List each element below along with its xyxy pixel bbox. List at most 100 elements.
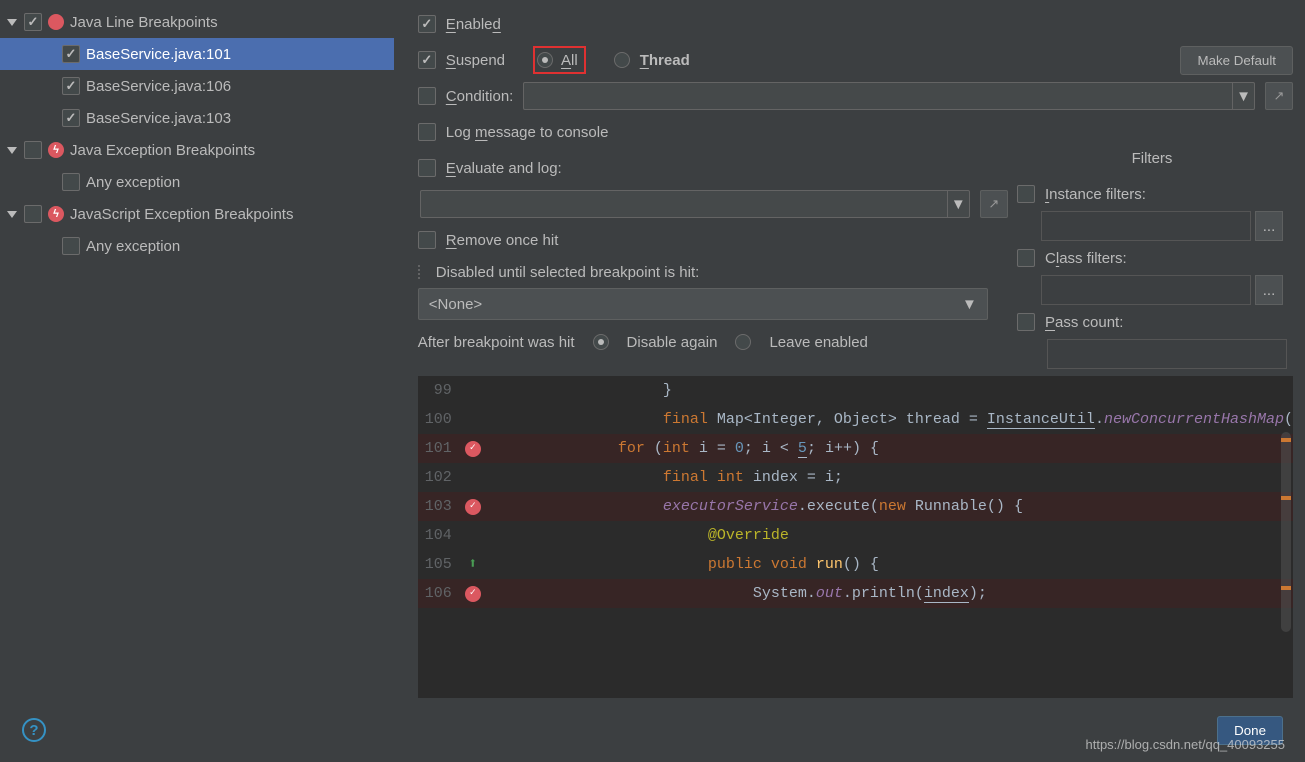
remove-label: Remove once hit — [446, 232, 559, 249]
code-text: final int index = i; — [488, 463, 843, 492]
item-label: Any exception — [86, 174, 180, 191]
tree-group[interactable]: ϟ JavaScript Exception Breakpoints — [0, 198, 394, 230]
dropdown-icon[interactable]: ▼ — [1232, 83, 1254, 109]
gutter[interactable]: ✓ — [458, 586, 488, 602]
pass-count-label: Pass count: — [1045, 314, 1123, 331]
instance-filters-checkbox[interactable] — [1017, 185, 1035, 203]
line-number: 104 — [418, 521, 458, 550]
thread-radio[interactable] — [614, 52, 630, 68]
code-line: 105⬆︎ public void run() { — [418, 550, 1293, 579]
exception-icon: ϟ — [48, 206, 64, 222]
expand-edit-icon[interactable]: ↗ — [980, 190, 1008, 218]
item-checkbox[interactable] — [62, 45, 80, 63]
group-label: Java Exception Breakpoints — [70, 142, 255, 159]
group-label: JavaScript Exception Breakpoints — [70, 206, 293, 223]
browse-button[interactable]: ... — [1255, 211, 1283, 241]
tree-item[interactable]: BaseService.java:103 — [0, 102, 394, 134]
code-text: final Map<Integer, Object> thread = Inst… — [488, 405, 1293, 434]
gutter[interactable]: ✓ — [458, 441, 488, 457]
instance-filters-input[interactable] — [1041, 211, 1251, 241]
enabled-checkbox[interactable] — [418, 15, 436, 33]
filters-panel: Filters Instance filters: ... Class filt… — [1017, 150, 1287, 371]
watermark: https://blog.csdn.net/qq_40093255 — [1086, 737, 1286, 752]
code-text: @Override — [488, 521, 789, 550]
log-label: Log message to console — [446, 124, 609, 141]
breakpoint-marker-icon[interactable]: ✓ — [465, 441, 481, 457]
tree-group[interactable]: Java Line Breakpoints — [0, 6, 394, 38]
make-default-button[interactable]: Make Default — [1180, 46, 1293, 75]
line-number: 101 — [418, 434, 458, 463]
tree-item[interactable]: BaseService.java:106 — [0, 70, 394, 102]
leave-enabled-radio[interactable] — [735, 334, 751, 350]
exception-icon: ϟ — [48, 142, 64, 158]
remove-checkbox[interactable] — [418, 231, 436, 249]
line-number: 103 — [418, 492, 458, 521]
highlight-box: All — [533, 46, 586, 74]
select-value: <None> — [429, 296, 482, 313]
code-line: 99 } — [418, 376, 1293, 405]
expand-icon[interactable] — [6, 16, 18, 28]
code-line: 106✓ System.out.println(index); — [418, 579, 1293, 608]
breakpoint-tree: Java Line Breakpoints BaseService.java:1… — [0, 0, 394, 762]
breakpoint-marker-icon[interactable]: ✓ — [465, 586, 481, 602]
class-filters-input[interactable] — [1041, 275, 1251, 305]
gutter[interactable]: ⬆︎ — [458, 550, 488, 579]
item-checkbox[interactable] — [62, 77, 80, 95]
suspend-checkbox[interactable] — [418, 51, 436, 69]
item-label: BaseService.java:103 — [86, 110, 231, 127]
group-checkbox[interactable] — [24, 13, 42, 31]
pass-count-input[interactable] — [1047, 339, 1287, 369]
drag-handle-icon — [418, 265, 420, 279]
code-line: 104 @Override — [418, 521, 1293, 550]
dialog-footer: ? Done — [0, 698, 1305, 762]
help-icon[interactable]: ? — [22, 718, 46, 742]
condition-input[interactable]: ▼ — [523, 82, 1255, 110]
class-filters-checkbox[interactable] — [1017, 249, 1035, 267]
after-label: After breakpoint was hit — [418, 334, 575, 351]
dropdown-icon[interactable]: ▼ — [947, 191, 969, 217]
scrollbar-thumb[interactable] — [1281, 432, 1291, 632]
expand-icon[interactable] — [6, 144, 18, 156]
line-number: 105 — [418, 550, 458, 579]
eval-input[interactable]: ▼ — [420, 190, 970, 218]
tree-group[interactable]: ϟ Java Exception Breakpoints — [0, 134, 394, 166]
tree-item[interactable]: Any exception — [0, 166, 394, 198]
eval-checkbox[interactable] — [418, 159, 436, 177]
condition-checkbox[interactable] — [418, 87, 436, 105]
code-text: public void run() { — [488, 550, 879, 579]
all-radio[interactable] — [537, 52, 553, 68]
tree-item[interactable]: Any exception — [0, 230, 394, 262]
item-checkbox[interactable] — [62, 109, 80, 127]
breakpoint-marker-icon[interactable]: ✓ — [465, 499, 481, 515]
code-text: executorService.execute(new Runnable() { — [488, 492, 1023, 521]
item-label: BaseService.java:106 — [86, 78, 231, 95]
item-checkbox[interactable] — [62, 237, 80, 255]
gutter[interactable]: ✓ — [458, 499, 488, 515]
disable-again-radio[interactable] — [593, 334, 609, 350]
tree-item[interactable]: BaseService.java:101 — [0, 38, 394, 70]
enabled-label: Enabled — [446, 16, 501, 33]
code-text: } — [488, 376, 672, 405]
expand-icon[interactable] — [6, 208, 18, 220]
class-filters-label: Class filters: — [1045, 250, 1127, 267]
code-text: for (int i = 0; i < 5; i++) { — [488, 434, 879, 463]
breakpoint-settings: Enabled Suspend All Thread Make Default … — [394, 0, 1305, 762]
browse-button[interactable]: ... — [1255, 275, 1283, 305]
thread-label: Thread — [640, 52, 690, 69]
chevron-down-icon: ▼ — [962, 296, 977, 313]
expand-edit-icon[interactable]: ↗ — [1265, 82, 1293, 110]
item-checkbox[interactable] — [62, 173, 80, 191]
filters-title: Filters — [1017, 150, 1287, 167]
disabled-until-label: Disabled until selected breakpoint is hi… — [436, 264, 699, 281]
disabled-until-select[interactable]: <None> ▼ — [418, 288, 988, 320]
group-checkbox[interactable] — [24, 141, 42, 159]
breakpoint-icon — [48, 14, 64, 30]
eval-label: Evaluate and log: — [446, 160, 562, 177]
instance-filters-label: Instance filters: — [1045, 186, 1146, 203]
group-checkbox[interactable] — [24, 205, 42, 223]
item-label: Any exception — [86, 238, 180, 255]
log-checkbox[interactable] — [418, 123, 436, 141]
leave-enabled-label: Leave enabled — [769, 334, 867, 351]
code-line: 100 final Map<Integer, Object> thread = … — [418, 405, 1293, 434]
pass-count-checkbox[interactable] — [1017, 313, 1035, 331]
